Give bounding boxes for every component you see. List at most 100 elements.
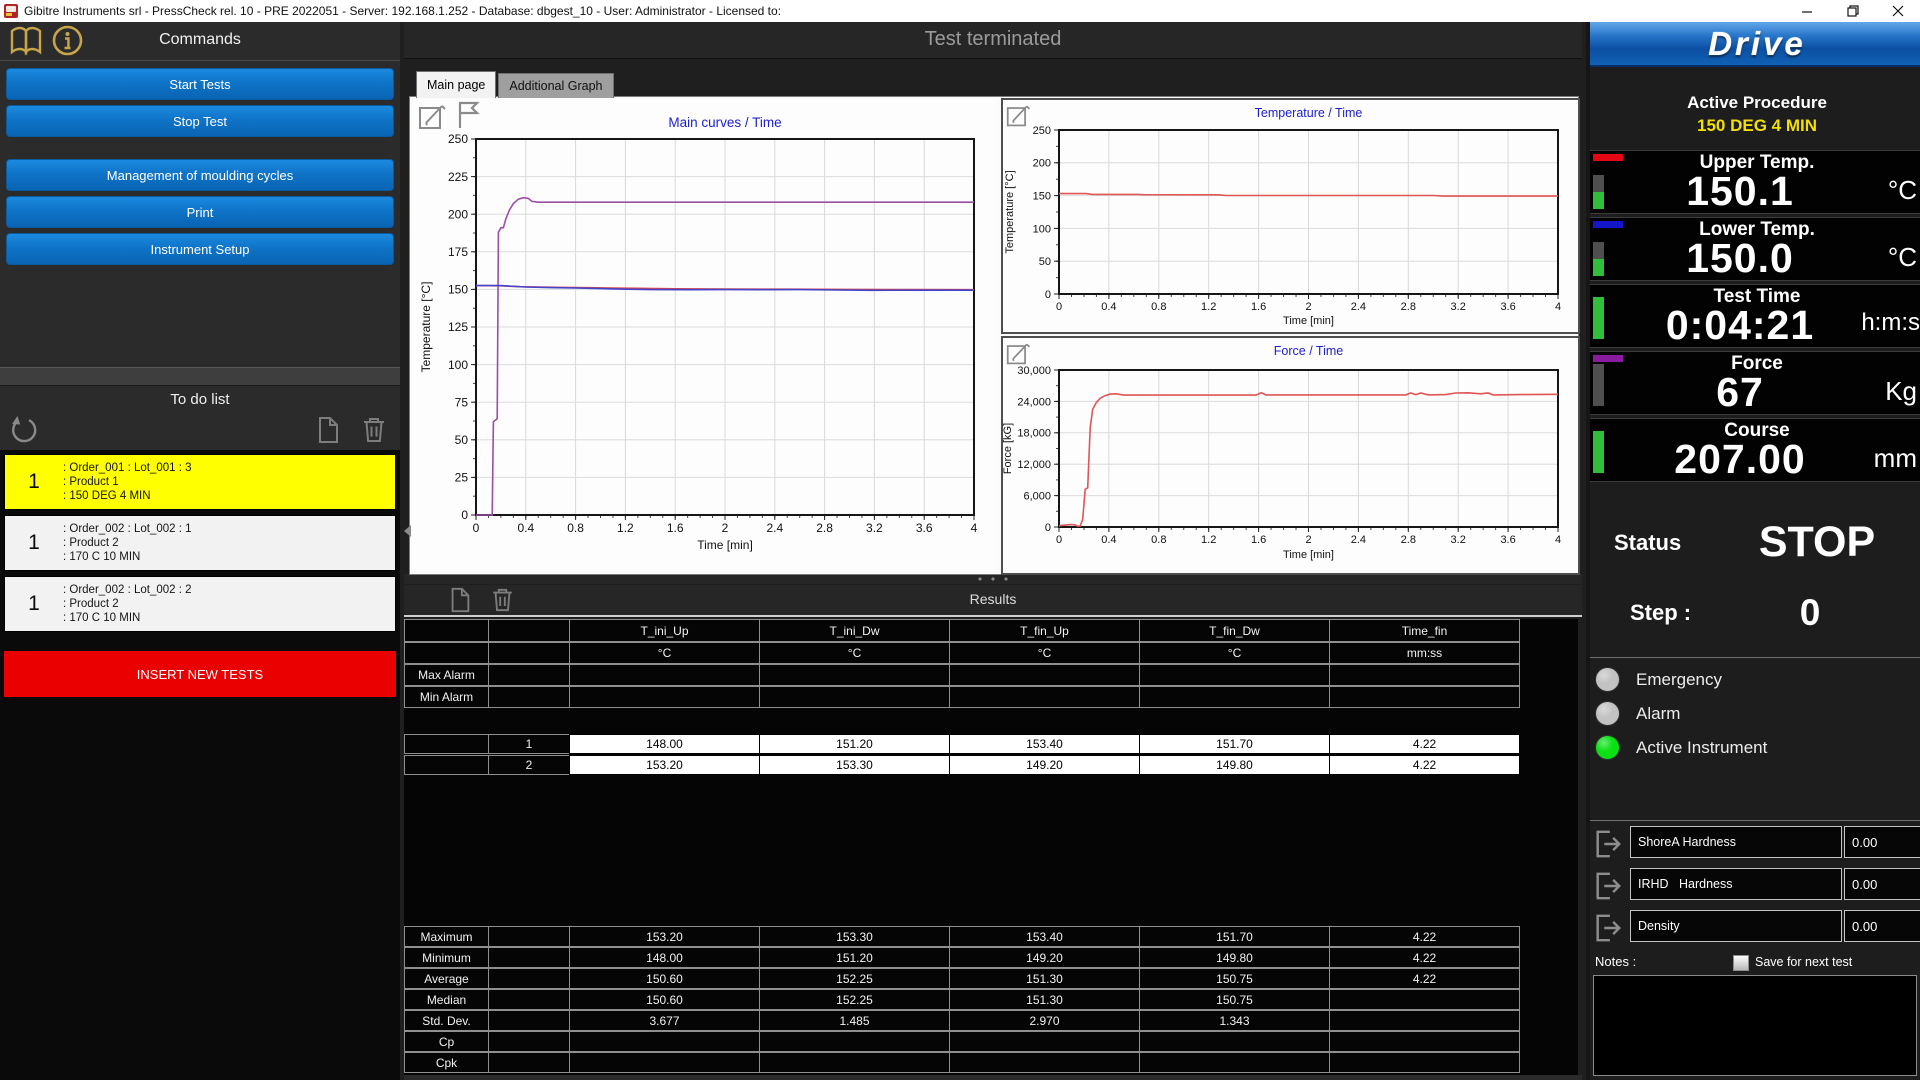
svg-text:0.4: 0.4 [1101, 534, 1116, 546]
new-document-icon[interactable] [315, 416, 341, 449]
minimize-button[interactable] [1785, 0, 1830, 22]
table-cell: Time_fin [1329, 619, 1520, 642]
notes-row: Notes : Save for next test [1590, 954, 1920, 972]
svg-text:0.8: 0.8 [567, 521, 584, 535]
table-cell: 4.22 [1329, 947, 1520, 968]
table-stats-row: Cpk [404, 1052, 1578, 1073]
table-cell [404, 755, 489, 775]
svg-text:175: 175 [448, 245, 468, 259]
todo-list: 1: Order_001 : Lot_001 : 3: Product 1: 1… [4, 454, 396, 637]
export-arrow-icon[interactable] [1593, 911, 1623, 950]
svg-text:2.8: 2.8 [816, 521, 833, 535]
command-button-instrument-setup[interactable]: Instrument Setup [6, 233, 394, 265]
svg-text:4: 4 [1555, 534, 1561, 546]
table-cell: 4.22 [1329, 734, 1520, 754]
table-cell: 150.60 [569, 968, 760, 989]
sidebar-separator [0, 367, 400, 386]
table-cell: 3.677 [569, 1010, 760, 1031]
main-curves-chart: 00.40.81.21.622.42.83.23.640255075100125… [412, 99, 996, 571]
delete-trash-icon[interactable] [360, 416, 388, 449]
tab-additional-graph[interactable]: Additional Graph [498, 73, 613, 98]
table-cell: T_ini_Dw [759, 619, 950, 642]
undo-icon[interactable] [10, 416, 38, 449]
svg-text:3.6: 3.6 [1500, 534, 1515, 546]
field-value[interactable]: 0.00 [1844, 868, 1920, 900]
insert-new-tests-button[interactable]: INSERT NEW TESTS [4, 651, 396, 697]
save-for-next-test-label: Save for next test [1755, 955, 1852, 969]
edit-force-graph-icon[interactable] [1006, 340, 1032, 371]
table-cell [759, 664, 950, 686]
todo-item-count: 1 [5, 531, 63, 555]
todo-item-1[interactable]: 1: Order_001 : Lot_001 : 3: Product 1: 1… [4, 454, 396, 510]
results-table: T_ini_UpT_ini_DwT_fin_UpT_fin_DwTime_fin… [404, 619, 1578, 1080]
results-new-document-icon[interactable] [448, 587, 472, 618]
todo-item-3[interactable]: 1: Order_002 : Lot_002 : 2: Product 2: 1… [4, 576, 396, 632]
svg-text:1.2: 1.2 [1201, 534, 1216, 546]
table-stats-row: Median150.60152.25151.30150.75 [404, 989, 1578, 1010]
export-arrow-icon[interactable] [1593, 827, 1623, 866]
results-delete-trash-icon[interactable] [490, 587, 515, 618]
table-cell [404, 642, 489, 664]
table-stats-row: Std. Dev.3.6771.4852.9701.343 [404, 1010, 1578, 1031]
table-units-row: °C°C°C°Cmm:ss [404, 642, 1578, 664]
table-stats-row: Minimum148.00151.20149.20149.804.22 [404, 947, 1578, 968]
table-cell: 150.75 [1139, 968, 1330, 989]
svg-text:200: 200 [1033, 158, 1051, 170]
table-cell [488, 619, 570, 642]
window-titlebar: Gibitre Instruments srl - PressCheck rel… [0, 0, 1920, 22]
svg-text:2.8: 2.8 [1401, 301, 1416, 313]
gauge-level-segment [1593, 259, 1604, 276]
table-cell [404, 619, 489, 642]
svg-text:18,000: 18,000 [1017, 428, 1051, 440]
field-density: Density0.00 [1590, 908, 1920, 950]
flag-marker-icon[interactable] [456, 100, 482, 135]
command-button-start-tests[interactable]: Start Tests [6, 68, 394, 100]
edit-graph-icon[interactable] [418, 101, 448, 136]
table-cell [1139, 686, 1330, 708]
svg-text:1.6: 1.6 [1251, 301, 1266, 313]
table-cell [1329, 1010, 1520, 1031]
svg-text:25: 25 [455, 471, 469, 485]
bottom-scroll-strip[interactable] [404, 1075, 1582, 1080]
gauge-unit: h:m:s [1861, 309, 1920, 337]
indicator-active-instrument: Active Instrument [1590, 731, 1920, 765]
export-arrow-icon[interactable] [1593, 869, 1623, 908]
table-stats-row: Maximum153.20153.30153.40151.704.22 [404, 926, 1578, 947]
table-cell: 153.30 [759, 755, 950, 775]
indicator-label: Emergency [1636, 670, 1722, 690]
table-cell: 4.22 [1329, 926, 1520, 947]
svg-text:12,000: 12,000 [1017, 459, 1051, 471]
table-cell [569, 664, 760, 686]
command-button-management-of-moulding-cycles[interactable]: Management of moulding cycles [6, 159, 394, 191]
svg-text:0.8: 0.8 [1151, 534, 1166, 546]
close-button[interactable] [1875, 0, 1920, 22]
table-cell: T_fin_Up [949, 619, 1140, 642]
tab-main-page[interactable]: Main page [416, 71, 496, 98]
todo-item-2[interactable]: 1: Order_002 : Lot_002 : 1: Product 2: 1… [4, 515, 396, 571]
measurement-fields: ShoreA Hardness0.00IRHD Hardness0.00Dens… [1590, 824, 1920, 950]
svg-text:4: 4 [1555, 301, 1561, 313]
save-for-next-test-checkbox[interactable] [1733, 955, 1749, 971]
table-cell: 149.20 [949, 755, 1140, 775]
table-cell [488, 1031, 570, 1052]
field-value[interactable]: 0.00 [1844, 910, 1920, 942]
sidebar-collapse-handle[interactable] [404, 525, 411, 537]
table-cell: 151.20 [759, 947, 950, 968]
drive-logo-bar: Drive [1590, 22, 1920, 67]
command-button-stop-test[interactable]: Stop Test [6, 105, 394, 137]
table-cell [488, 968, 570, 989]
table-cell: Min Alarm [404, 686, 489, 708]
table-cell [1329, 989, 1520, 1010]
table-cell: 151.20 [759, 734, 950, 754]
restore-button[interactable] [1830, 0, 1875, 22]
table-cell: 2.970 [949, 1010, 1140, 1031]
notes-textarea[interactable] [1593, 975, 1917, 1076]
command-button-print[interactable]: Print [6, 196, 394, 228]
test-status-text: Test terminated [404, 28, 1582, 51]
edit-temperature-graph-icon[interactable] [1006, 102, 1032, 133]
table-gap [404, 776, 1578, 926]
table-cell: 149.80 [1139, 947, 1330, 968]
field-value[interactable]: 0.00 [1844, 826, 1920, 858]
temperature-time-chart: 00.40.81.21.622.42.83.23.640501001502002… [1001, 98, 1580, 334]
application-window: Gibitre Instruments srl - PressCheck rel… [0, 0, 1920, 1080]
